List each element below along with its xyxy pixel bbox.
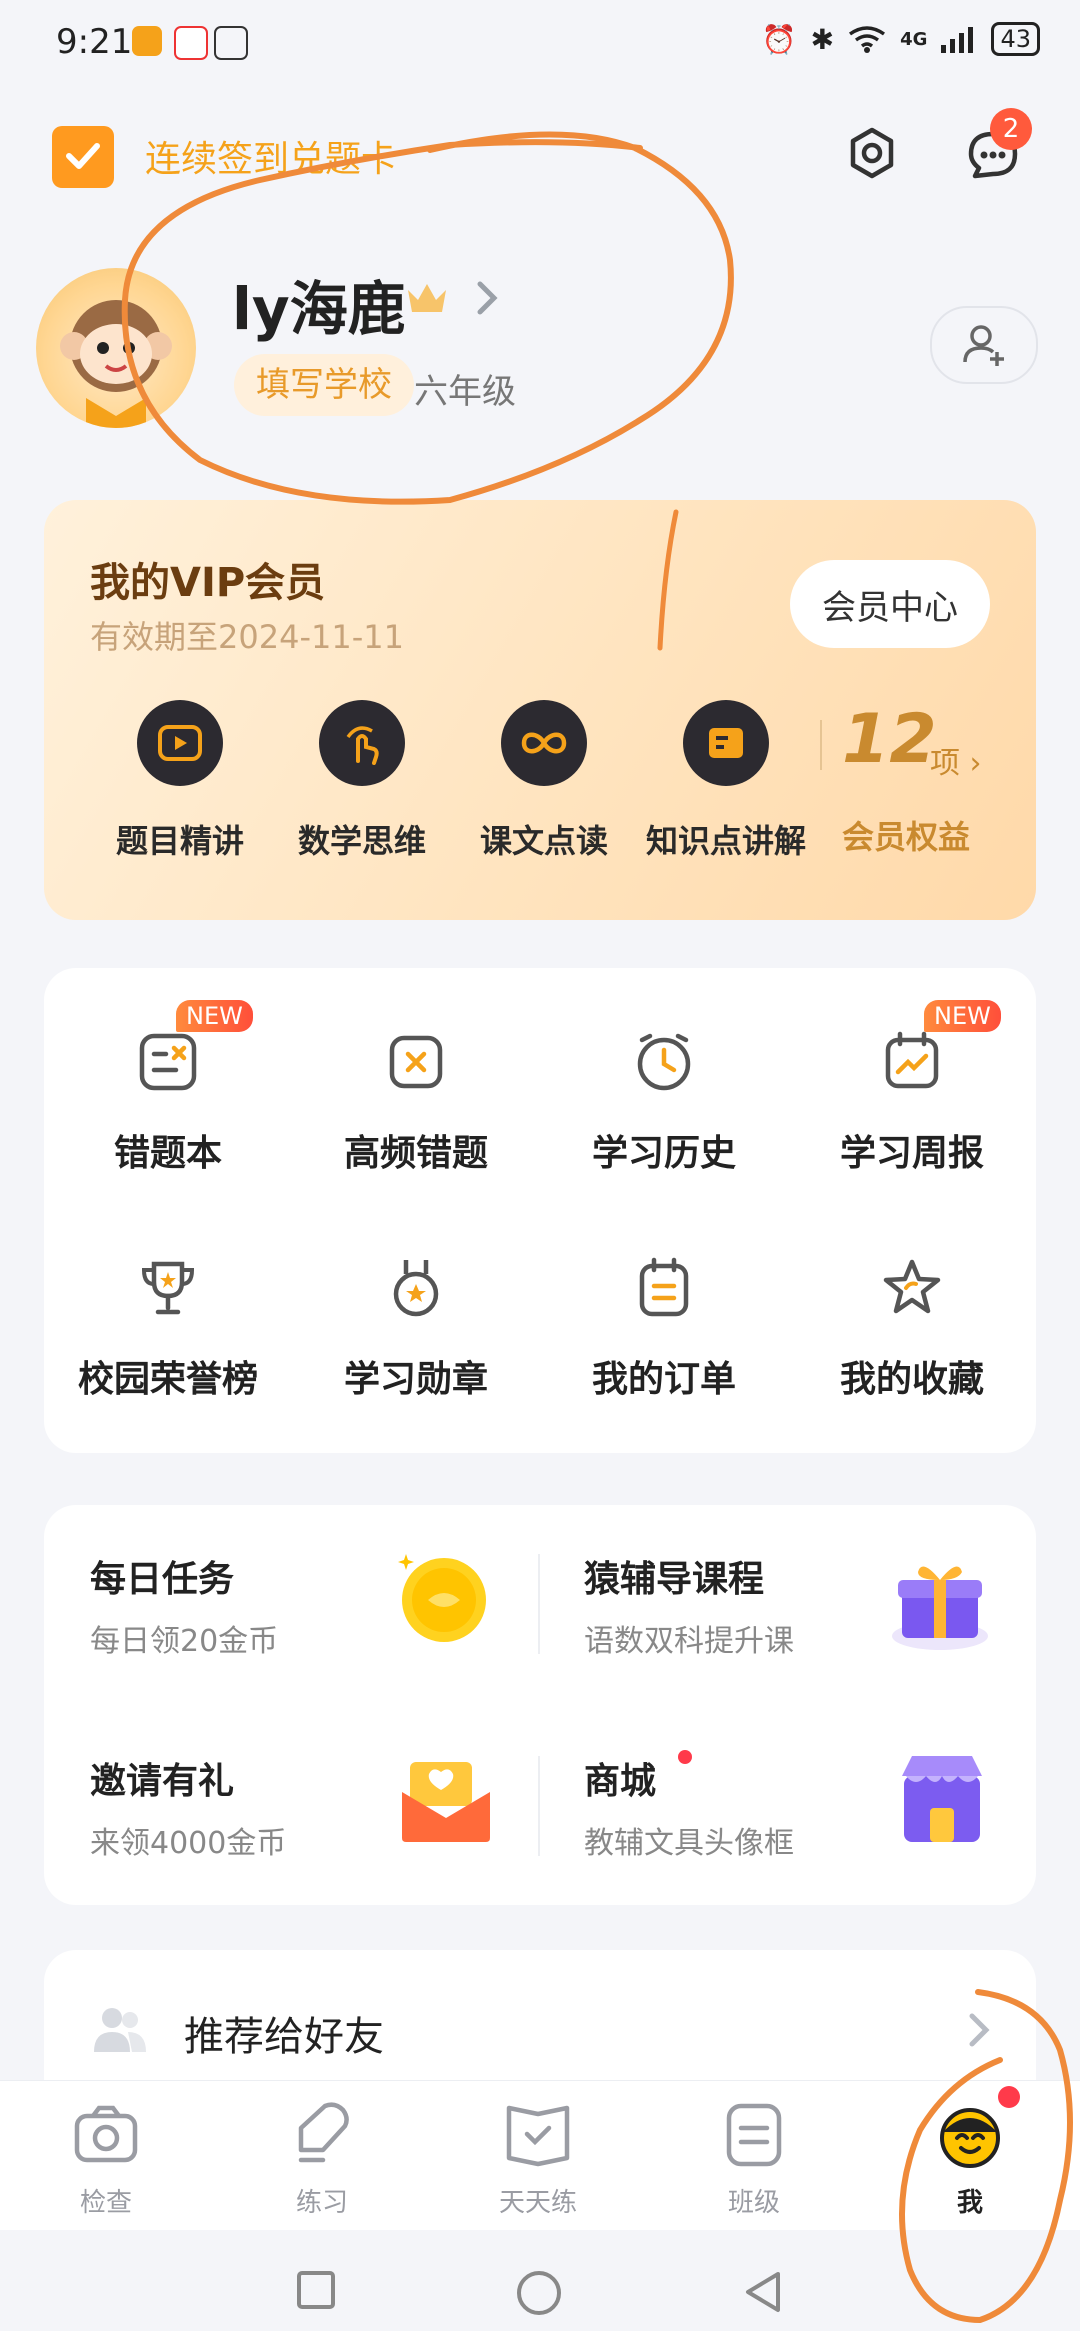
new-badge: NEW: [924, 1000, 1001, 1032]
crown-icon: [408, 284, 446, 312]
add-user-icon: [963, 325, 1004, 366]
add-friend-button[interactable]: [930, 306, 1038, 384]
grid-item-my-orders[interactable]: 我的订单: [540, 1256, 788, 1402]
vip-item-knowledge-explain[interactable]: 知识点讲解: [636, 700, 816, 862]
status-right: ⏰ ✱ 4G 43: [762, 22, 1040, 56]
grid-item-frequent-mistakes[interactable]: 高频错题: [292, 1030, 540, 1176]
infinity-icon: [501, 700, 587, 786]
chevron-right-icon: [969, 2013, 990, 2047]
vip-item-math-thinking[interactable]: 数学思维: [272, 700, 452, 862]
me-face-icon: [940, 2108, 1000, 2168]
system-navigation-bar: [0, 2230, 1080, 2331]
task-shop[interactable]: 商城 教辅文具头像框: [584, 1752, 794, 1862]
profile-chevron-right-icon[interactable]: [472, 278, 502, 318]
pencil-icon: [298, 2102, 349, 2163]
medal-icon: [393, 1260, 439, 1317]
vip-item-topic-explain[interactable]: 题目精讲: [90, 700, 270, 862]
mistake-book-icon: [139, 1033, 197, 1091]
grid-item-my-favorites[interactable]: 我的收藏: [788, 1256, 1036, 1402]
vip-benefit-label[interactable]: 会员权益: [842, 812, 970, 858]
back-icon[interactable]: [742, 2270, 782, 2314]
grid-item-study-history[interactable]: 学习历史: [540, 1030, 788, 1176]
vip-benefit-unit[interactable]: 项 ›: [930, 738, 982, 782]
signin-calendar-icon[interactable]: [52, 126, 114, 188]
task-divider: [538, 1554, 540, 1654]
signal-icon: [941, 27, 974, 53]
status-time: 9:21: [56, 22, 133, 62]
grade-label: 六年级: [414, 372, 516, 412]
avatar[interactable]: [36, 268, 196, 428]
message-badge: 2: [990, 108, 1032, 150]
recent-apps-icon[interactable]: [296, 2270, 336, 2310]
nav-item-practice[interactable]: 练习: [232, 2100, 412, 2219]
weibo-icon: [174, 26, 208, 60]
vip-expiry: 有效期至2024-11-11: [90, 618, 404, 656]
play-icon: [137, 700, 223, 786]
grid-item-weekly-report[interactable]: 学习周报: [788, 1030, 1036, 1176]
notification-app-icon: [132, 26, 162, 56]
me-red-dot: [998, 2086, 1020, 2108]
nav-item-check[interactable]: 检查: [16, 2100, 196, 2219]
nav-item-me[interactable]: 我: [880, 2100, 1060, 2219]
vip-title: 我的VIP会员: [90, 560, 326, 606]
star-icon: [883, 1259, 941, 1314]
nfc-icon: [214, 26, 248, 60]
card-icon: [683, 700, 769, 786]
recommend-label: 推荐给好友: [184, 2014, 384, 2060]
nav-item-daily[interactable]: 天天练: [448, 2100, 628, 2219]
vip-benefit-count[interactable]: 12: [842, 700, 937, 779]
daily-practice-icon: [506, 2105, 570, 2167]
home-icon[interactable]: [516, 2270, 562, 2316]
gold-coin-icon: [398, 1554, 486, 1642]
gift-box-icon: [892, 1566, 988, 1650]
username[interactable]: ly海鹿: [232, 262, 406, 346]
grid-item-study-medal[interactable]: 学习勋章: [292, 1256, 540, 1402]
vip-item-text-reading[interactable]: 课文点读: [454, 700, 634, 862]
monkey-avatar-icon: [60, 300, 172, 428]
vip-divider: [820, 720, 822, 770]
bluetooth-icon: ✱: [810, 22, 835, 56]
trophy-icon: [141, 1261, 195, 1315]
alarm-icon: ⏰: [761, 22, 797, 56]
finger-tap-icon: [319, 700, 405, 786]
frequent-mistake-icon: [389, 1035, 443, 1089]
nav-item-class[interactable]: 班级: [664, 2100, 844, 2219]
signin-banner-text[interactable]: 连续签到兑题卡: [145, 130, 397, 182]
task-divider: [538, 1756, 540, 1856]
friends-icon: [94, 2008, 146, 2052]
grid-item-mistake-book[interactable]: 错题本: [44, 1030, 292, 1176]
settings-gear-icon[interactable]: [845, 126, 899, 180]
clock-icon: [637, 1033, 691, 1091]
fill-school-button[interactable]: 填写学校: [234, 354, 414, 416]
wifi-icon: [849, 26, 886, 53]
shop-icon: [902, 1756, 982, 1842]
class-icon: [726, 2103, 782, 2167]
shop-red-dot: [678, 1750, 692, 1764]
new-badge: NEW: [176, 1000, 253, 1032]
task-invite[interactable]: 邀请有礼 来领4000金币: [90, 1752, 286, 1862]
camera-icon: [74, 2105, 138, 2163]
vip-center-button[interactable]: 会员中心: [790, 560, 990, 648]
status-bar: 9:21 ⏰ ✱ 4G 43: [0, 0, 1080, 90]
order-icon: [639, 1257, 689, 1317]
task-course[interactable]: 猿辅导课程 语数双科提升课: [584, 1550, 794, 1660]
weekly-report-icon: [885, 1031, 939, 1089]
network-type: 4G: [900, 28, 928, 50]
grid-item-honor-board[interactable]: 校园荣誉榜: [44, 1256, 292, 1402]
task-daily[interactable]: 每日任务 每日领20金币: [90, 1550, 278, 1660]
battery-indicator: 43: [991, 22, 1040, 56]
envelope-icon: [402, 1762, 490, 1842]
